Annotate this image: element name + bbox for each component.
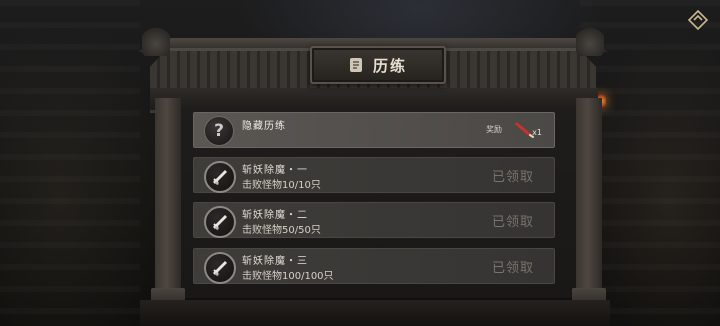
quest-row[interactable]: 斩妖除魔・一 击败怪物10/10只 已领取	[193, 157, 555, 193]
quest-progress: 击败怪物10/10只	[242, 180, 321, 191]
quest-name: 斩妖除魔・一	[242, 165, 308, 176]
sword-icon	[204, 206, 236, 238]
claimed-status: 已领取	[491, 261, 534, 276]
reward-count: x1	[532, 128, 542, 137]
quest-progress: 击败怪物100/100只	[242, 271, 334, 282]
title-plaque: 历练	[310, 46, 446, 84]
reward-label: 奖励	[486, 125, 502, 134]
pillar-left	[155, 98, 181, 303]
claimed-status: 已领取	[491, 170, 534, 185]
roof-ornament-right	[576, 26, 604, 56]
quest-name: 斩妖除魔・二	[242, 210, 308, 221]
hidden-quest-row[interactable]: ? 隐藏历练 奖励 x1	[193, 112, 555, 148]
background-building-left	[0, 0, 140, 326]
page-title: 历练	[372, 56, 407, 75]
question-icon: ?	[204, 116, 234, 146]
quest-row[interactable]: 斩妖除魔・三 击败怪物100/100只 已领取	[193, 248, 555, 284]
roof-ornament-left	[142, 26, 170, 56]
quest-progress: 击败怪物50/50只	[242, 225, 321, 236]
quest-row[interactable]: 斩妖除魔・二 击败怪物50/50只 已领取	[193, 202, 555, 238]
pillar-right	[576, 98, 602, 303]
quest-name: 隐藏历练	[242, 121, 286, 132]
gate-floor	[140, 300, 610, 326]
quest-name: 斩妖除魔・三	[242, 256, 308, 267]
scroll-icon	[349, 57, 363, 73]
sword-icon	[204, 252, 236, 284]
claimed-status: 已领取	[491, 215, 534, 230]
sword-icon	[204, 161, 236, 193]
menu-toggle-icon[interactable]	[686, 8, 710, 32]
